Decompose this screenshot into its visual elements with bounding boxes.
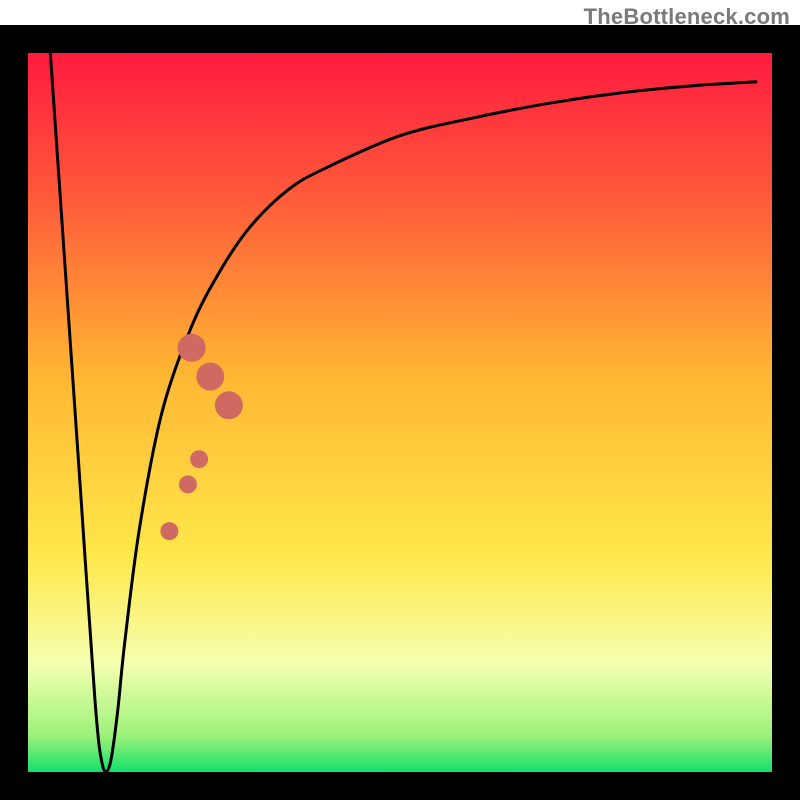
marker-dot <box>190 450 208 468</box>
marker-dot <box>196 363 224 391</box>
marker-dot <box>160 522 178 540</box>
chart-svg <box>0 0 800 800</box>
marker-dot <box>178 334 206 362</box>
marker-dot <box>215 391 243 419</box>
chart-container: TheBottleneck.com <box>0 0 800 800</box>
watermark-label: TheBottleneck.com <box>584 4 790 30</box>
marker-dot <box>179 475 197 493</box>
plot-area <box>28 53 772 772</box>
